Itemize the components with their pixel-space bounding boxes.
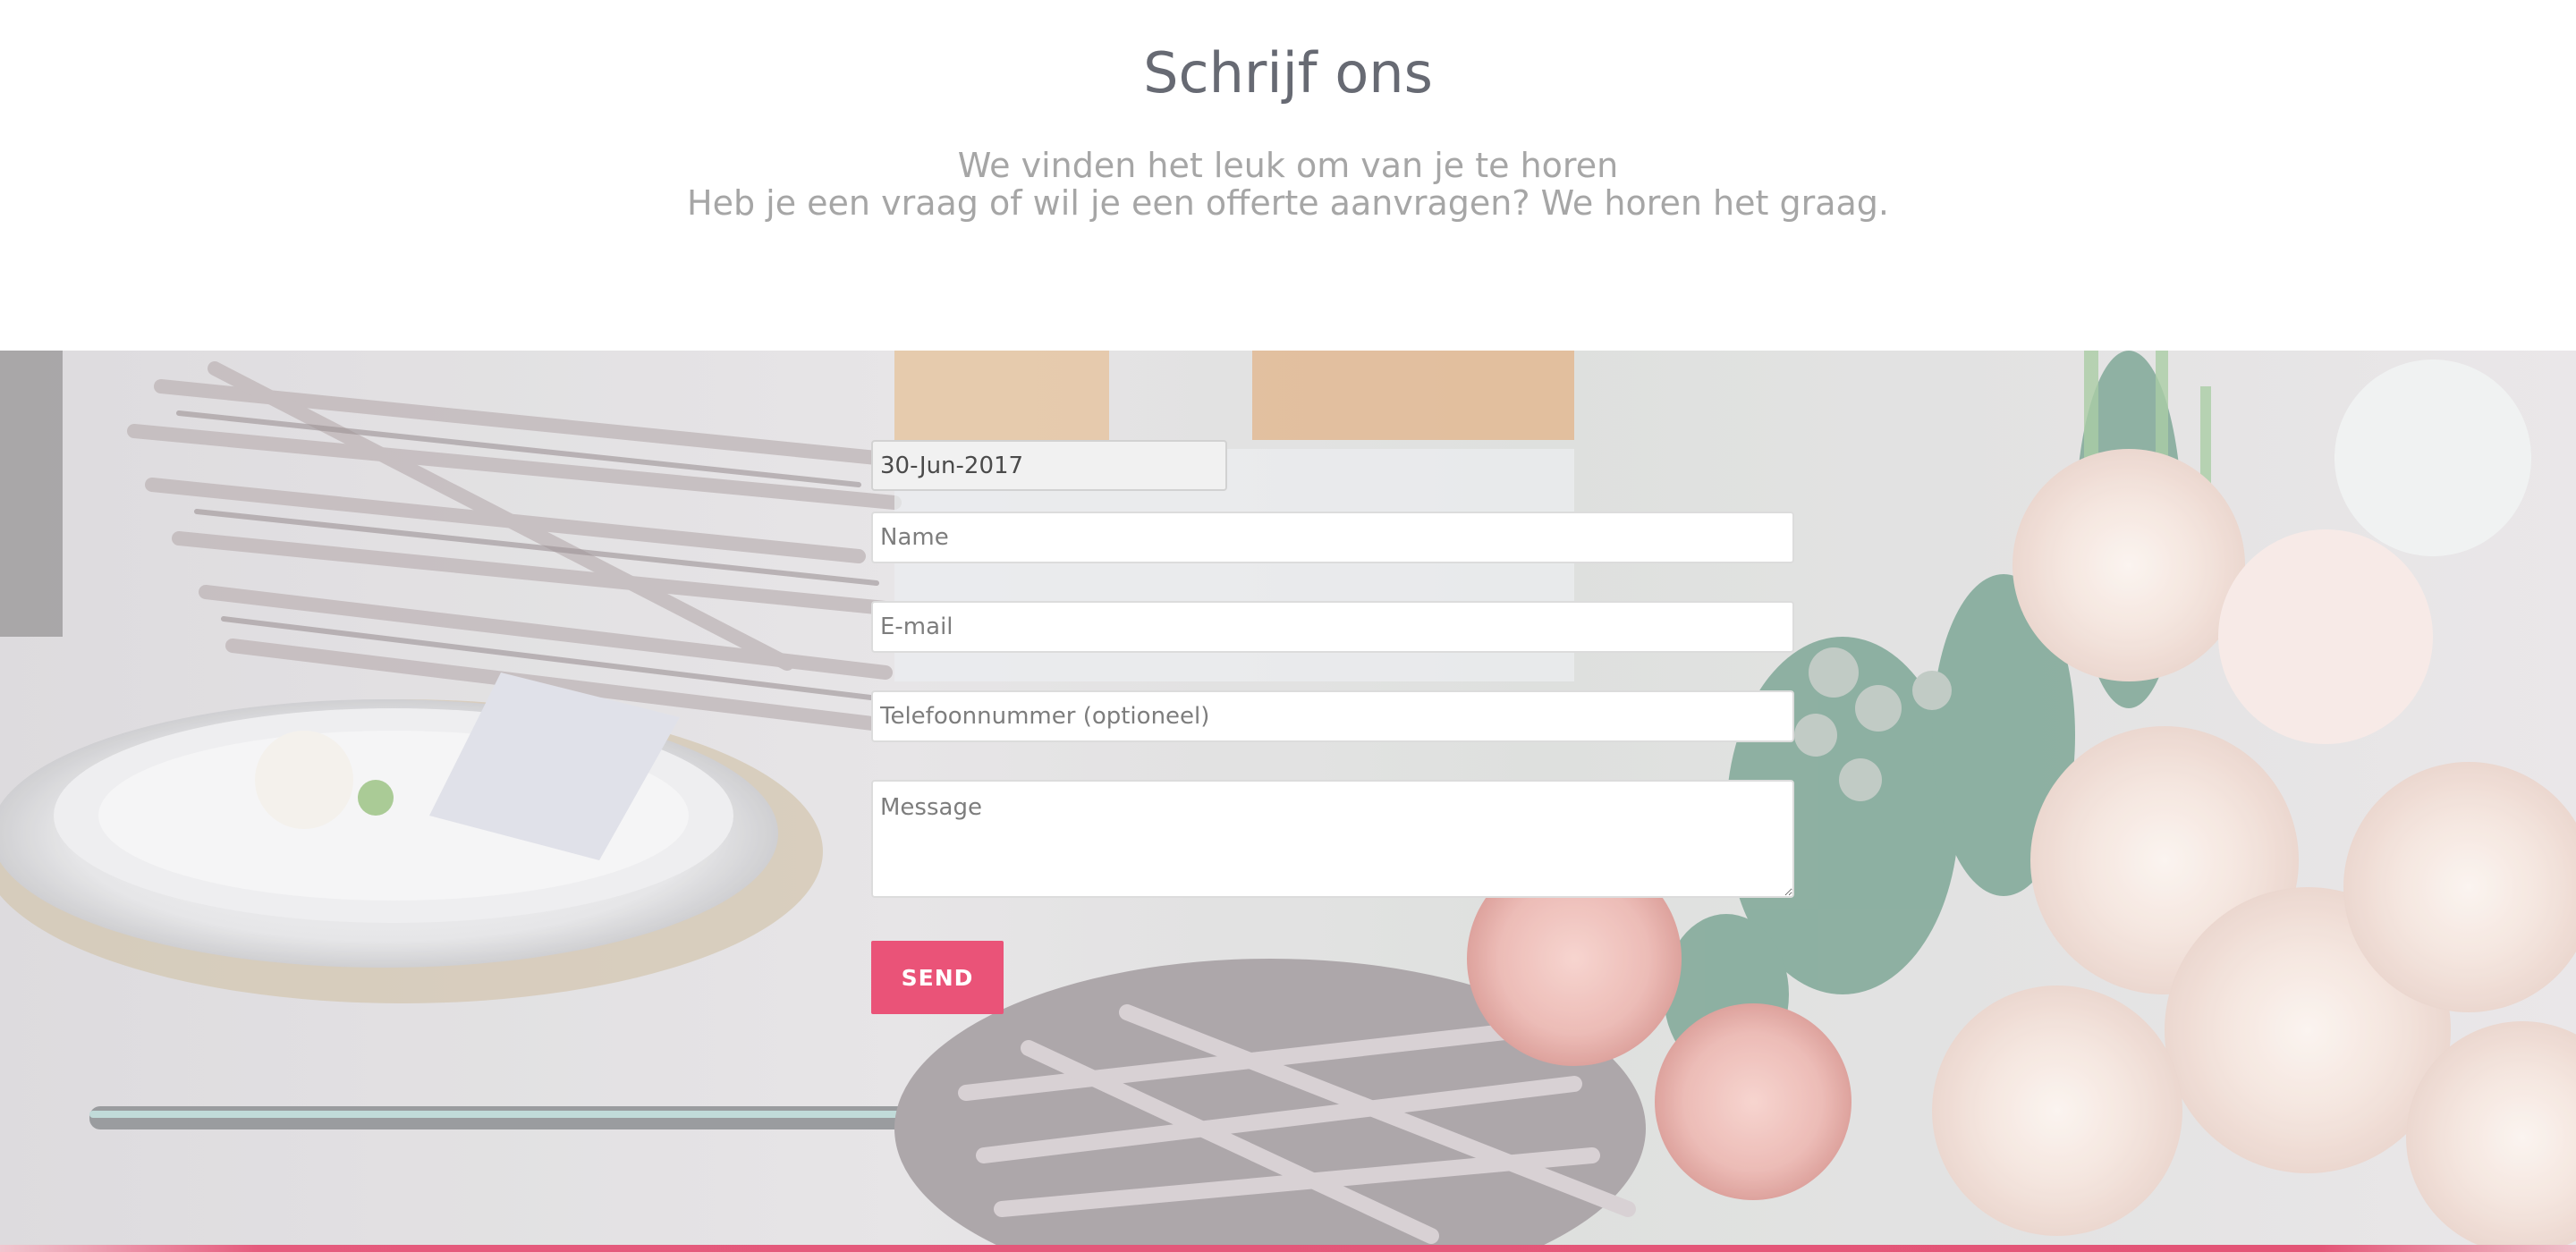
page-subtitle: We vinden het leuk om van je te horen He… <box>0 147 2576 222</box>
subtitle-line-2: Heb je een vraag of wil je een offerte a… <box>687 183 1889 223</box>
send-button[interactable]: SEND <box>871 941 1004 1014</box>
contact-page: Schrijf ons We vinden het leuk om van je… <box>0 0 2576 1252</box>
message-field[interactable] <box>871 780 1794 898</box>
name-field[interactable] <box>871 512 1794 563</box>
phone-field[interactable] <box>871 690 1794 742</box>
footer-accent-strip <box>0 1245 2576 1252</box>
subtitle-line-1: We vinden het leuk om van je te horen <box>957 146 1619 185</box>
email-field[interactable] <box>871 601 1794 653</box>
contact-intro: Schrijf ons We vinden het leuk om van je… <box>0 0 2576 351</box>
page-title: Schrijf ons <box>1143 40 1433 106</box>
contact-form-section: SEND <box>0 351 2576 1245</box>
date-field[interactable] <box>871 440 1227 491</box>
